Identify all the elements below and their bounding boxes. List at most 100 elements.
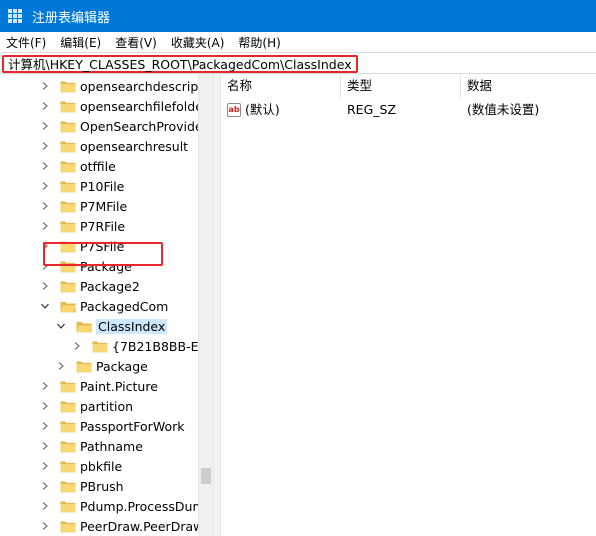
folder-icon (60, 220, 76, 233)
tree-item-label: OpenSearchProvider (80, 118, 208, 134)
tree-item[interactable]: PackagedCom (40, 296, 168, 316)
tree-item[interactable]: {7B21B8BB-EE7 (72, 336, 214, 356)
tree-item-label: Package (96, 358, 148, 374)
values-list: 名称 类型 数据 ab (默认) REG_SZ (数值未设置) (221, 74, 596, 536)
tree-item-label: partition (80, 398, 134, 414)
tree-scrollbar[interactable] (198, 74, 213, 536)
value-row[interactable]: ab (默认) REG_SZ (数值未设置) (221, 100, 596, 120)
tree-item-label: P7MFile (80, 198, 128, 214)
menu-favorites[interactable]: 收藏夹(A) (171, 34, 225, 51)
value-data: (数值未设置) (467, 102, 540, 117)
open-folder-icon (60, 300, 76, 313)
scrollbar-thumb[interactable] (201, 468, 211, 484)
tree-item[interactable]: Package2 (40, 276, 140, 296)
tree-item[interactable]: PBrush (40, 476, 124, 496)
chevron-right-icon[interactable] (40, 401, 50, 411)
folder-icon (60, 80, 76, 93)
column-header-data[interactable]: 数据 (461, 74, 596, 98)
chevron-right-icon[interactable] (40, 421, 50, 431)
tree-item-label: ClassIndex (96, 318, 168, 334)
tree-item-label: opensearchfilefolderi (80, 98, 212, 114)
tree-item-label: opensearchdescriptio (80, 78, 215, 94)
chevron-right-icon[interactable] (40, 221, 50, 231)
tree-item-label: P10File (80, 178, 125, 194)
tree-item-label: PeerDraw.PeerDraw (80, 518, 204, 534)
open-folder-icon (76, 320, 92, 333)
chevron-right-icon[interactable] (56, 361, 66, 371)
folder-icon (60, 160, 76, 173)
selection-highlight (43, 242, 163, 266)
chevron-right-icon[interactable] (72, 341, 82, 351)
string-value-icon: ab (227, 103, 241, 117)
chevron-right-icon[interactable] (40, 181, 50, 191)
folder-icon (60, 180, 76, 193)
menu-bar: 文件(F) 编辑(E) 查看(V) 收藏夹(A) 帮助(H) (0, 32, 596, 52)
tree-item[interactable]: PassportForWork (40, 416, 184, 436)
tree-item[interactable]: otffile (40, 156, 116, 176)
chevron-down-icon[interactable] (56, 321, 66, 331)
chevron-right-icon[interactable] (40, 101, 50, 111)
folder-icon (60, 400, 76, 413)
folder-icon (60, 280, 76, 293)
tree-item[interactable]: Package (56, 356, 148, 376)
folder-icon (76, 360, 92, 373)
folder-icon (60, 480, 76, 493)
chevron-right-icon[interactable] (40, 441, 50, 451)
window-title: 注册表编辑器 (32, 10, 111, 26)
tree-item[interactable]: ClassIndex (56, 316, 168, 336)
tree-item[interactable]: OpenSearchProvider (40, 116, 208, 136)
chevron-right-icon[interactable] (40, 121, 50, 131)
address-path[interactable]: 计算机\HKEY_CLASSES_ROOT\PackagedCom\ClassI… (2, 55, 358, 73)
menu-view[interactable]: 查看(V) (115, 34, 157, 51)
pane-splitter[interactable] (213, 74, 221, 536)
chevron-right-icon[interactable] (40, 281, 50, 291)
chevron-right-icon[interactable] (40, 501, 50, 511)
tree-item-label: PBrush (80, 478, 124, 494)
tree-item[interactable]: partition (40, 396, 133, 416)
chevron-right-icon[interactable] (40, 161, 50, 171)
title-bar: 注册表编辑器 (0, 0, 596, 32)
tree-item-label: pbkfile (80, 458, 123, 474)
folder-icon (60, 500, 76, 513)
folder-icon (60, 200, 76, 213)
chevron-down-icon[interactable] (40, 301, 50, 311)
tree-item-label: otffile (80, 158, 116, 174)
chevron-right-icon[interactable] (40, 481, 50, 491)
tree-item-label: Pathname (80, 438, 143, 454)
column-header-name[interactable]: 名称 (221, 74, 341, 98)
chevron-right-icon[interactable] (40, 141, 50, 151)
chevron-right-icon[interactable] (40, 381, 50, 391)
column-header-type[interactable]: 类型 (341, 74, 461, 98)
folder-icon (60, 140, 76, 153)
menu-help[interactable]: 帮助(H) (238, 34, 280, 51)
chevron-right-icon[interactable] (40, 521, 50, 531)
tree-item[interactable]: P7MFile (40, 196, 127, 216)
folder-icon (60, 420, 76, 433)
tree-item[interactable]: P7RFile (40, 216, 125, 236)
tree-item[interactable]: P10File (40, 176, 124, 196)
chevron-right-icon[interactable] (40, 201, 50, 211)
tree-item[interactable]: opensearchdescriptio (40, 76, 214, 96)
tree-item[interactable]: opensearchfilefolderi (40, 96, 212, 116)
chevron-right-icon[interactable] (40, 81, 50, 91)
tree-item[interactable]: Pdump.ProcessDump (40, 496, 213, 516)
tree-item-label: Package2 (80, 278, 140, 294)
tree-item-label: Paint.Picture (80, 378, 158, 394)
tree-item-label: Pdump.ProcessDump (80, 498, 213, 514)
tree-item[interactable]: opensearchresult (40, 136, 188, 156)
tree-item-label: opensearchresult (80, 138, 189, 154)
list-header: 名称 类型 数据 (221, 74, 596, 98)
menu-file[interactable]: 文件(F) (6, 34, 46, 51)
menu-edit[interactable]: 编辑(E) (60, 34, 101, 51)
tree-item[interactable]: PeerDraw.PeerDraw (40, 516, 203, 536)
tree-item[interactable]: Paint.Picture (40, 376, 158, 396)
tree-item[interactable]: Pathname (40, 436, 143, 456)
folder-icon (60, 520, 76, 533)
address-bar[interactable]: 计算机\HKEY_CLASSES_ROOT\PackagedCom\ClassI… (0, 52, 596, 74)
folder-icon (92, 340, 108, 353)
chevron-right-icon[interactable] (40, 461, 50, 471)
folder-icon (60, 120, 76, 133)
folder-icon (60, 460, 76, 473)
tree-item[interactable]: pbkfile (40, 456, 122, 476)
regedit-app-icon (8, 9, 22, 23)
